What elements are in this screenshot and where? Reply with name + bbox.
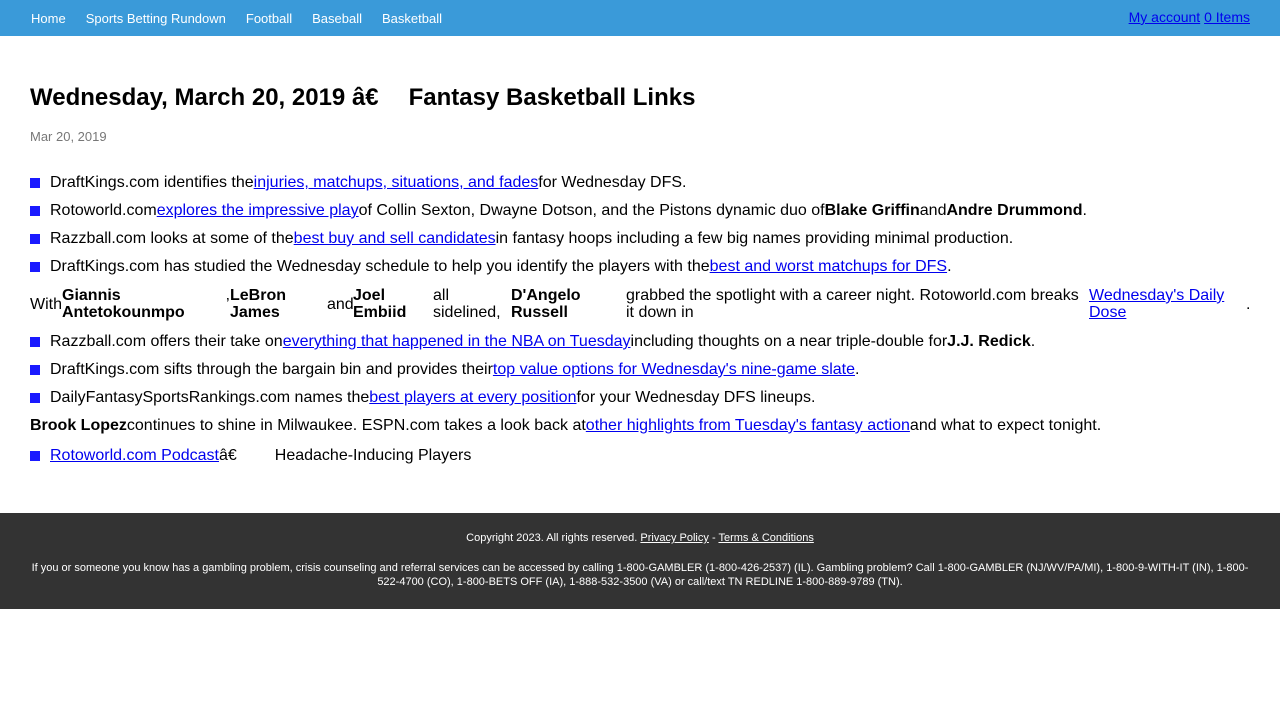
article-link[interactable]: injuries, matchups, situations, and fade… [254, 174, 539, 192]
title-topic: Fantasy Basketball Links [408, 84, 696, 111]
article-link[interactable]: Wednesday's Daily Dose [1089, 287, 1239, 321]
article-link[interactable]: best buy and sell candidates [294, 230, 496, 248]
account-links: My account 0 Items [1129, 9, 1250, 25]
article-link[interactable]: top value options for Wednesday's nine-g… [493, 361, 855, 379]
square-bullet-icon [30, 178, 40, 188]
top-nav-bar: Home Sports Betting Rundown Football Bas… [0, 0, 1280, 36]
nav-football[interactable]: Football [246, 11, 292, 26]
article-link[interactable]: best and worst matchups for DFS [710, 258, 947, 276]
nav-basketball[interactable]: Basketball [382, 11, 442, 26]
list-item: Razzball.com looks at some of the best bu… [30, 230, 1013, 248]
article-link[interactable]: explores the impressive play [157, 202, 359, 220]
nav-sports-betting-rundown[interactable]: Sports Betting Rundown [86, 11, 226, 26]
list-item: DailyFantasySportsRankings.com names the… [30, 389, 815, 407]
privacy-policy-link[interactable]: Privacy Policy [640, 532, 708, 544]
list-item: DraftKings.com identifies the injuries, m… [30, 174, 686, 192]
list-item: DraftKings.com has studied the Wednesday… [30, 258, 952, 276]
square-bullet-icon [30, 234, 40, 244]
square-bullet-icon [30, 337, 40, 347]
list-item: Rotoworld.com Podcast â€ Headache-Inducing… [30, 447, 471, 465]
article-link[interactable]: everything that happened in the NBA on T… [283, 333, 631, 351]
article-link[interactable]: other highlights from Tuesday's fantasy … [586, 417, 910, 435]
list-item: Brook Lopez continues to shine in Milwauk… [30, 417, 1102, 435]
footer-copyright-line: Copyright 2023. All rights reserved. Pri… [466, 532, 814, 544]
article-link[interactable]: best players at every position [369, 389, 576, 407]
square-bullet-icon [30, 262, 40, 272]
terms-link[interactable]: Terms & Conditions [718, 532, 813, 544]
podcast-link[interactable]: Rotoworld.com Podcast [50, 447, 219, 465]
list-item: Rotoworld.com explores the impressive pla… [30, 202, 1087, 220]
nav-baseball[interactable]: Baseball [312, 11, 362, 26]
nav-home[interactable]: Home [31, 11, 66, 26]
square-bullet-icon [30, 365, 40, 375]
square-bullet-icon [30, 451, 40, 461]
page-title: Wednesday, March 20, 2019 â€ Fantasy Bask… [30, 84, 695, 112]
title-date: Wednesday, March 20, 2019 â€ [30, 84, 379, 111]
cart-items-link[interactable]: 0 Items [1204, 9, 1250, 25]
list-item: DraftKings.com sifts through the bargain… [30, 361, 859, 379]
post-date: Mar 20, 2019 [30, 129, 107, 144]
square-bullet-icon [30, 206, 40, 216]
gambling-disclaimer: If you or someone you know has a gamblin… [31, 562, 1249, 588]
my-account-link[interactable]: My account [1129, 9, 1201, 25]
list-item: Razzball.com offers their take on everyth… [30, 333, 1035, 351]
main-nav: Home Sports Betting Rundown Football Bas… [31, 0, 462, 36]
square-bullet-icon [30, 393, 40, 403]
site-footer: Copyright 2023. All rights reserved. Pri… [0, 513, 1280, 609]
